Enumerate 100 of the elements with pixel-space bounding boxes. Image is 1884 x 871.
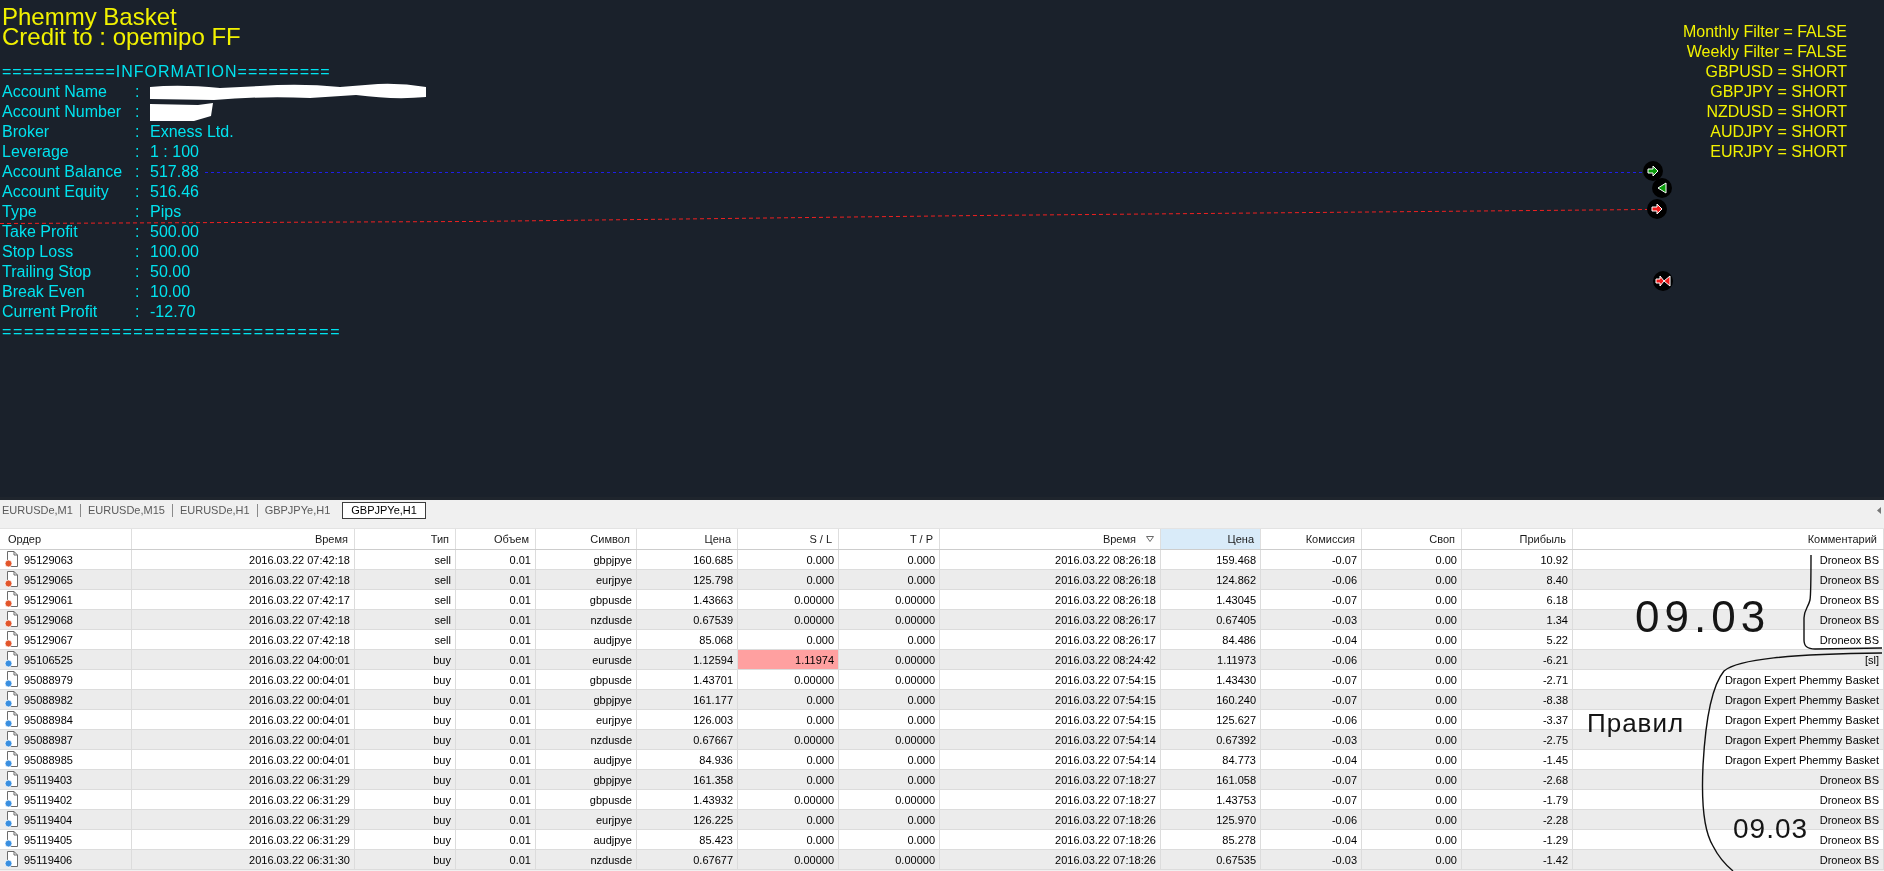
table-cell: 0.01 xyxy=(456,570,536,589)
order-number: 95119406 xyxy=(24,853,73,866)
table-cell: 2016.03.22 06:31:29 xyxy=(132,810,355,829)
table-cell: 2016.03.22 00:04:01 xyxy=(132,670,355,689)
column-header[interactable]: Объем xyxy=(456,529,536,549)
info-label: Broker xyxy=(2,122,50,142)
chart-tab[interactable]: GBPJPYe,H1 xyxy=(342,502,426,519)
table-cell: -0.07 xyxy=(1261,670,1362,689)
column-header[interactable]: Своп xyxy=(1362,529,1462,549)
chart-tab[interactable]: EURUSDe,M15 xyxy=(80,502,172,519)
table-cell: 0.00 xyxy=(1362,570,1462,589)
order-document-icon xyxy=(4,811,20,828)
table-cell: 0.000 xyxy=(839,630,940,649)
table-cell: 0.00000 xyxy=(839,610,940,629)
column-header[interactable]: Время xyxy=(132,529,355,549)
table-row[interactable]: 95119406 2016.03.22 06:31:30 buy 0.01 nzdusde 0.67677 0.00000 0.00000 2016.03.22 07:18:26 0.67535 -0.03 0.00 -1.42 Droneox BS xyxy=(0,850,1884,870)
table-row[interactable]: 95119403 2016.03.22 06:31:29 buy 0.01 gbpjpye 161.358 0.000 0.000 2016.03.22 07:18:27 161.058 -0.07 0.00 -2.68 Droneox BS xyxy=(0,770,1884,790)
table-cell: 0.01 xyxy=(456,730,536,749)
table-cell: 1.43663 xyxy=(637,590,738,609)
table-cell: 0.000 xyxy=(839,550,940,569)
column-header[interactable]: Ордер xyxy=(0,529,132,549)
order-document-icon xyxy=(4,771,20,788)
table-cell: 0.01 xyxy=(456,630,536,649)
table-cell: 2016.03.22 06:31:30 xyxy=(132,850,355,869)
order-number: 95129068 xyxy=(24,613,73,626)
order-document-icon xyxy=(4,831,20,848)
table-cell: audjpye xyxy=(536,630,637,649)
table-cell: -0.03 xyxy=(1261,850,1362,869)
column-header[interactable]: S / L xyxy=(738,529,839,549)
left-arrow-icon[interactable] xyxy=(1877,507,1881,514)
info-value: 50.00 xyxy=(150,262,191,282)
table-cell: eurjpye xyxy=(536,570,637,589)
order-document-icon xyxy=(4,611,20,628)
column-header[interactable]: T / P xyxy=(839,529,940,549)
table-cell: 85.423 xyxy=(637,830,738,849)
table-cell: 0.00 xyxy=(1362,770,1462,789)
table-cell: 84.773 xyxy=(1161,750,1261,769)
column-header[interactable]: Цена xyxy=(1161,529,1261,549)
table-cell: gbpjpye xyxy=(536,550,637,569)
table-cell: -0.07 xyxy=(1261,690,1362,709)
info-label: Type xyxy=(2,202,37,222)
table-cell: 0.01 xyxy=(456,830,536,849)
chart-tab[interactable]: EURUSDe,H1 xyxy=(172,502,257,519)
order-number: 95088985 xyxy=(24,753,73,766)
column-header[interactable]: Цена xyxy=(637,529,738,549)
table-cell: 2016.03.22 07:54:14 xyxy=(940,750,1161,769)
table-cell: -2.28 xyxy=(1462,810,1573,829)
column-header[interactable]: Прибыль xyxy=(1462,529,1573,549)
signal-text: GBPJPY = SHORT xyxy=(1710,82,1847,102)
table-cell: 161.358 xyxy=(637,770,738,789)
column-header[interactable]: Символ xyxy=(536,529,637,549)
table-row[interactable]: 95106525 2016.03.22 04:00:01 buy 0.01 eurusde 1.12594 1.11974 0.00000 2016.03.22 08:24:42 1.11973 -0.06 0.00 -6.21 [sl] xyxy=(0,650,1884,670)
table-cell: 0.00 xyxy=(1362,650,1462,669)
table-cell: 0.00 xyxy=(1362,850,1462,869)
table-cell: 0.01 xyxy=(456,550,536,569)
table-cell: 0.000 xyxy=(839,750,940,769)
table-cell: 1.11973 xyxy=(1161,650,1261,669)
separator-colon: : xyxy=(135,82,140,102)
signal-text: Weekly Filter = FALSE xyxy=(1686,42,1847,62)
table-cell: buy xyxy=(355,690,456,709)
table-cell: sell xyxy=(355,590,456,609)
table-cell: 0.67539 xyxy=(637,610,738,629)
table-row[interactable]: 95088982 2016.03.22 00:04:01 buy 0.01 gbpjpye 161.177 0.000 0.000 2016.03.22 07:54:15 160.240 -0.07 0.00 -8.38 Dragon Expert Phemmy Basket xyxy=(0,690,1884,710)
table-cell: 0.01 xyxy=(456,850,536,869)
separator-colon: : xyxy=(135,162,140,182)
signal-text: Monthly Filter = FALSE xyxy=(1682,22,1847,42)
table-cell: 2016.03.22 06:31:29 xyxy=(132,770,355,789)
table-cell: Droneox BS xyxy=(1573,850,1884,869)
table-cell: 0.000 xyxy=(839,770,940,789)
separator-colon: : xyxy=(135,122,140,142)
table-cell: buy xyxy=(355,830,456,849)
table-cell: nzdusde xyxy=(536,610,637,629)
info-label: Trailing Stop xyxy=(2,262,92,282)
table-cell: 0.00 xyxy=(1362,550,1462,569)
table-cell: 0.01 xyxy=(456,650,536,669)
table-cell: -1.45 xyxy=(1462,750,1573,769)
info-value: Pips xyxy=(150,202,182,222)
column-header[interactable]: Тип xyxy=(355,529,456,549)
table-cell: 2016.03.22 07:18:26 xyxy=(940,810,1161,829)
table-cell: 8.40 xyxy=(1462,570,1573,589)
table-cell: 0.000 xyxy=(738,750,839,769)
order-document-icon xyxy=(4,651,20,668)
column-header[interactable]: Комиссия xyxy=(1261,529,1362,549)
table-cell: 1.43701 xyxy=(637,670,738,689)
table-cell: 0.67667 xyxy=(637,730,738,749)
table-cell: 2016.03.22 00:04:01 xyxy=(132,690,355,709)
table-cell: Droneox BS xyxy=(1573,790,1884,809)
info-separator: =============================== xyxy=(2,322,342,342)
chart-tab[interactable]: EURUSDe,M1 xyxy=(0,502,80,519)
table-cell: [sl] xyxy=(1573,650,1884,669)
chart-tab[interactable]: GBPJPYe,H1 xyxy=(257,502,338,519)
order-number: 95119405 xyxy=(24,833,73,846)
signal-text: GBPUSD = SHORT xyxy=(1705,62,1847,82)
table-cell: 2016.03.22 07:54:14 xyxy=(940,730,1161,749)
separator-colon: : xyxy=(135,222,140,242)
table-cell: 0.00000 xyxy=(839,590,940,609)
table-row[interactable]: 95129065 2016.03.22 07:42:18 sell 0.01 eurjpye 125.798 0.000 0.000 2016.03.22 08:26:18 124.862 -0.06 0.00 8.40 Droneox BS xyxy=(0,570,1884,590)
column-header[interactable]: Комментарий xyxy=(1573,529,1884,549)
table-cell: 0.01 xyxy=(456,750,536,769)
table-cell: -3.37 xyxy=(1462,710,1573,729)
